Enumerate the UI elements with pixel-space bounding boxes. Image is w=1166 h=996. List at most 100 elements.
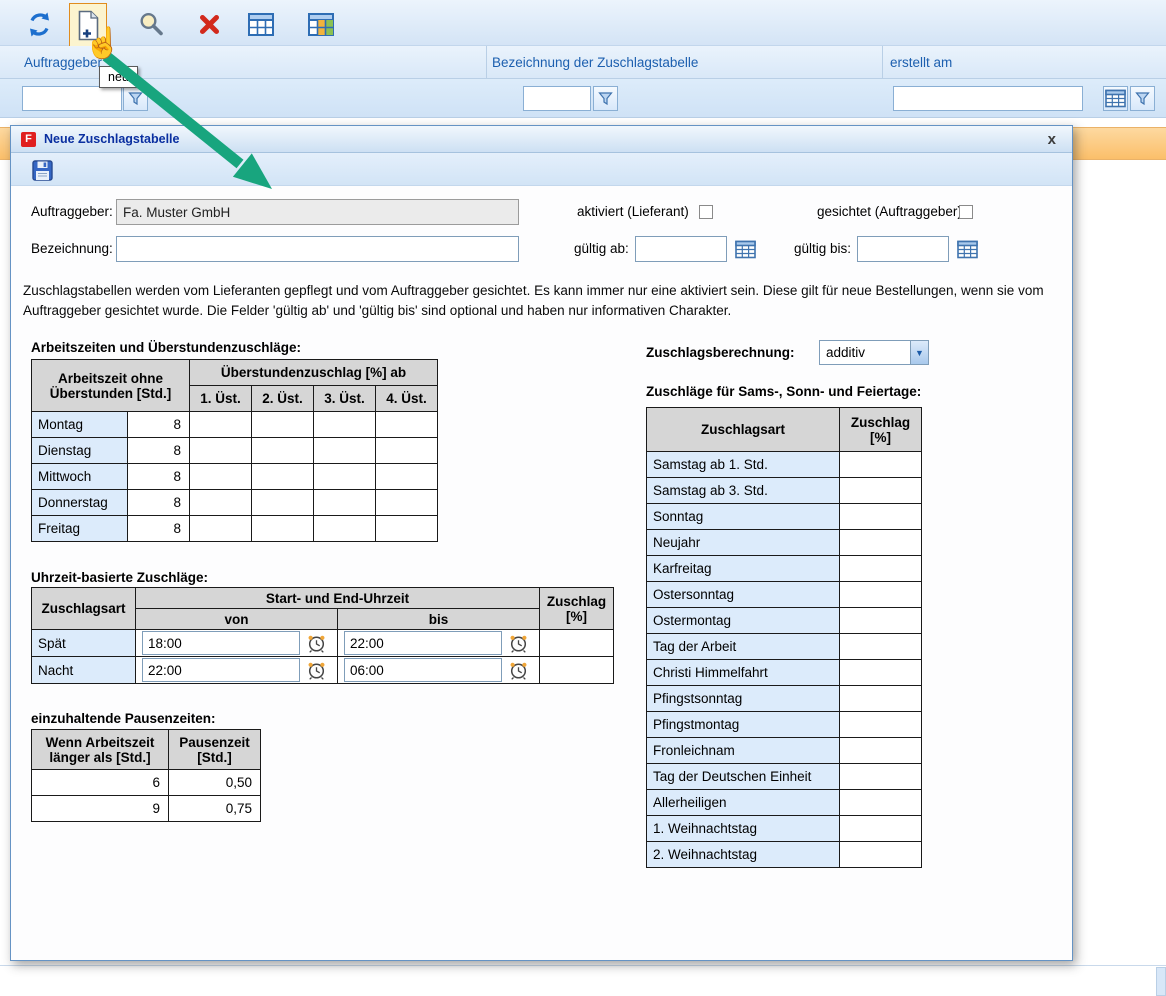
bis-time-input[interactable]	[344, 631, 502, 655]
search-button[interactable]	[134, 8, 168, 40]
clock-button[interactable]	[305, 632, 327, 654]
holiday-value-cell[interactable]	[840, 660, 922, 686]
uest-cell[interactable]	[190, 412, 252, 438]
zuschlag-cell[interactable]	[540, 630, 614, 657]
save-icon	[31, 159, 54, 182]
holiday-value-cell[interactable]	[840, 686, 922, 712]
uest-cell[interactable]	[314, 490, 376, 516]
zuschlag-cell[interactable]	[540, 657, 614, 684]
clock-button[interactable]	[305, 659, 327, 681]
scrollbar[interactable]	[1156, 967, 1166, 996]
table-row: 2. Weihnachtstag	[647, 842, 922, 868]
uest-cell[interactable]	[314, 412, 376, 438]
pausen-hours-cell[interactable]: 6	[32, 770, 169, 796]
bezeichnung-field[interactable]	[116, 236, 519, 262]
holiday-value-cell[interactable]	[840, 790, 922, 816]
gueltig-ab-field[interactable]	[635, 236, 727, 262]
uest-cell[interactable]	[252, 412, 314, 438]
chevron-down-icon[interactable]: ▼	[910, 341, 928, 364]
bis-cell	[338, 657, 540, 684]
hours-cell[interactable]: 8	[128, 490, 190, 516]
clock-button[interactable]	[507, 659, 529, 681]
gesichtet-checkbox[interactable]	[959, 205, 973, 219]
clock-icon	[307, 634, 326, 653]
column-header-erstellt-am[interactable]: erstellt am	[890, 46, 952, 79]
holiday-label: Ostersonntag	[647, 582, 840, 608]
uest-cell[interactable]	[190, 464, 252, 490]
pausen-hours-cell[interactable]: 9	[32, 796, 169, 822]
uest-cell[interactable]	[252, 464, 314, 490]
worktime-subheader: 2. Üst.	[252, 386, 314, 412]
day-label: Freitag	[32, 516, 128, 542]
holiday-value-cell[interactable]	[840, 738, 922, 764]
uest-cell[interactable]	[314, 516, 376, 542]
holiday-label: Allerheiligen	[647, 790, 840, 816]
hours-cell[interactable]: 8	[128, 516, 190, 542]
holiday-value-cell[interactable]	[840, 504, 922, 530]
hours-cell[interactable]: 8	[128, 438, 190, 464]
filter-button-erstellt-am[interactable]	[1130, 86, 1155, 111]
pausen-heading: einzuhaltende Pausenzeiten:	[31, 711, 216, 726]
holiday-value-cell[interactable]	[840, 556, 922, 582]
zuschlagsberechnung-select[interactable]: additiv ▼	[819, 340, 929, 365]
holiday-label: Christi Himmelfahrt	[647, 660, 840, 686]
save-button[interactable]	[29, 157, 56, 183]
uest-cell[interactable]	[190, 516, 252, 542]
uest-cell[interactable]	[376, 438, 438, 464]
pausen-pause-cell[interactable]: 0,50	[169, 770, 261, 796]
holiday-value-cell[interactable]	[840, 816, 922, 842]
gueltig-bis-field[interactable]	[857, 236, 949, 262]
holiday-value-cell[interactable]	[840, 530, 922, 556]
uest-cell[interactable]	[190, 438, 252, 464]
clock-button[interactable]	[507, 632, 529, 654]
grid-header: Auftraggeber Bezeichnung der Zuschlagsta…	[0, 46, 1166, 79]
holiday-value-cell[interactable]	[840, 764, 922, 790]
table-row: 9 0,75	[32, 796, 261, 822]
uest-cell[interactable]	[314, 464, 376, 490]
uest-cell[interactable]	[314, 438, 376, 464]
uest-cell[interactable]	[376, 490, 438, 516]
table-view-button[interactable]	[244, 8, 278, 40]
filter-button-auftraggeber[interactable]	[123, 86, 148, 111]
von-time-input[interactable]	[142, 631, 300, 655]
hours-cell[interactable]: 8	[128, 412, 190, 438]
filter-input-auftraggeber[interactable]	[22, 86, 122, 111]
uest-cell[interactable]	[252, 516, 314, 542]
holiday-label: 2. Weihnachtstag	[647, 842, 840, 868]
bis-time-input[interactable]	[344, 658, 502, 682]
calendar-icon	[1105, 89, 1126, 108]
dialog-neue-zuschlagstabelle: F Neue Zuschlagstabelle x Auftraggeber: …	[10, 125, 1073, 961]
table-columns-button[interactable]	[304, 8, 338, 40]
refresh-button[interactable]	[22, 8, 56, 40]
pausen-pause-cell[interactable]: 0,75	[169, 796, 261, 822]
von-time-input[interactable]	[142, 658, 300, 682]
filter-calendar-button[interactable]	[1103, 86, 1128, 111]
uest-cell[interactable]	[376, 516, 438, 542]
filter-input-bezeichnung[interactable]	[523, 86, 591, 111]
holiday-value-cell[interactable]	[840, 634, 922, 660]
filter-button-bezeichnung[interactable]	[593, 86, 618, 111]
uest-cell[interactable]	[252, 490, 314, 516]
uest-cell[interactable]	[376, 464, 438, 490]
holiday-value-cell[interactable]	[840, 712, 922, 738]
gueltig-bis-calendar-button[interactable]	[955, 237, 980, 261]
holiday-value-cell[interactable]	[840, 478, 922, 504]
delete-button[interactable]	[192, 8, 226, 40]
aktiviert-checkbox[interactable]	[699, 205, 713, 219]
dialog-titlebar[interactable]: F Neue Zuschlagstabelle x	[11, 126, 1072, 153]
table-row: Fronleichnam	[647, 738, 922, 764]
filter-input-erstellt-am[interactable]	[893, 86, 1083, 111]
uest-cell[interactable]	[190, 490, 252, 516]
gueltig-ab-calendar-button[interactable]	[733, 237, 758, 261]
hours-cell[interactable]: 8	[128, 464, 190, 490]
holiday-label: Pfingstsonntag	[647, 686, 840, 712]
holiday-value-cell[interactable]	[840, 582, 922, 608]
column-header-bezeichnung[interactable]: Bezeichnung der Zuschlagstabelle	[492, 46, 698, 79]
holiday-value-cell[interactable]	[840, 452, 922, 478]
holiday-value-cell[interactable]	[840, 842, 922, 868]
holiday-value-cell[interactable]	[840, 608, 922, 634]
uest-cell[interactable]	[376, 412, 438, 438]
close-button[interactable]: x	[1042, 131, 1062, 148]
uest-cell[interactable]	[252, 438, 314, 464]
auftraggeber-field[interactable]	[116, 199, 519, 225]
